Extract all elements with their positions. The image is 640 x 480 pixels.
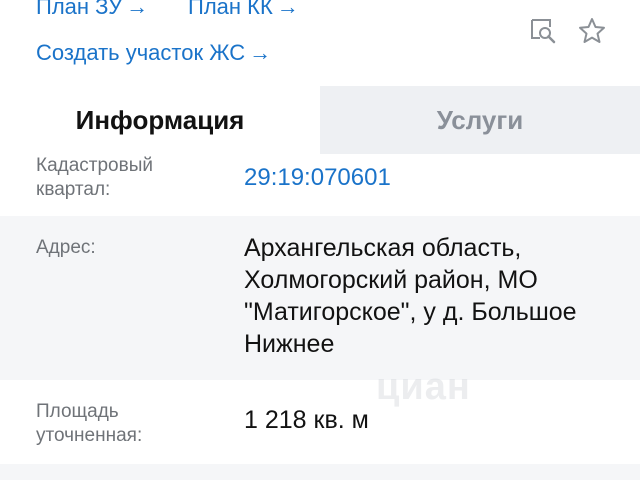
arrow-right-icon: → (126, 0, 149, 19)
tab-information[interactable]: Информация (0, 86, 320, 154)
arrow-right-icon: → (249, 40, 272, 65)
address-value: Архангельская область, Холмогорский райо… (244, 234, 577, 358)
next-row (0, 464, 640, 480)
area-label: Площадь уточненная: (36, 401, 143, 446)
plan-zu-label: План ЗУ (36, 0, 123, 19)
plan-zu-link[interactable]: План ЗУ → (36, 0, 148, 20)
cadastral-quarter-row: Кадастровый квартал: 29:19:070601 (0, 154, 640, 216)
links-panel: План ЗУ → План КК → Создать участок ЖС → (0, 0, 640, 86)
cadastral-quarter-link[interactable]: 29:19:070601 (244, 162, 614, 194)
tab-services[interactable]: Услуги (320, 86, 640, 154)
star-outline-icon (579, 18, 605, 43)
map-search-button[interactable] (528, 16, 558, 46)
favorite-button[interactable] (577, 16, 607, 46)
arrow-right-icon: → (276, 0, 299, 19)
create-plot-link[interactable]: Создать участок ЖС → (36, 40, 271, 66)
map-search-icon (531, 19, 556, 44)
tab-bar: Информация Услуги (0, 86, 640, 154)
area-value: 1 218 кв. м (244, 406, 369, 434)
plan-kk-link[interactable]: План КК → (188, 0, 299, 20)
cadastral-quarter-label: Кадастровый квартал: (36, 155, 153, 200)
area-row: Площадь уточненная: 1 218 кв. м (0, 380, 640, 464)
address-row: Адрес: Архангельская область, Холмогорск… (0, 216, 640, 380)
create-plot-label: Создать участок ЖС (36, 40, 246, 65)
plan-kk-label: План КК (188, 0, 273, 19)
address-label: Адрес: (36, 237, 96, 258)
